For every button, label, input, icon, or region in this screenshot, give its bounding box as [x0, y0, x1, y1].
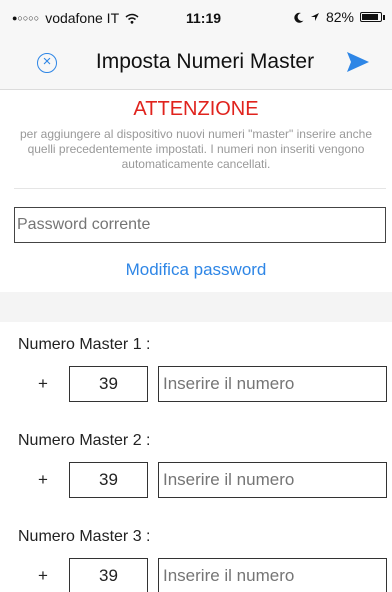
- warning-text: per aggiungere al dispositivo nuovi nume…: [19, 127, 373, 171]
- status-right: 82%: [294, 9, 385, 25]
- phone-number-field-2[interactable]: [158, 462, 387, 498]
- plus-sign-3: +: [38, 566, 48, 585]
- moon-icon: [294, 12, 304, 23]
- top-bar: ●○○○○ vodafone IT 11:19 82% × Imposta Nu…: [0, 0, 392, 90]
- change-password-link[interactable]: Modifica password: [0, 260, 392, 280]
- master-label-2: Numero Master 2 :: [18, 432, 151, 449]
- navigation-bar: × Imposta Numeri Master: [0, 34, 392, 90]
- close-button[interactable]: ×: [37, 53, 57, 73]
- wifi-icon: [125, 13, 139, 24]
- phone-number-field-3[interactable]: [158, 558, 387, 592]
- battery-icon: [360, 12, 385, 22]
- carrier-info: ●○○○○ vodafone IT: [12, 10, 139, 26]
- location-arrow-icon: [310, 13, 319, 21]
- carrier-name: vodafone IT: [45, 10, 120, 26]
- country-code-field-3[interactable]: 39: [69, 558, 148, 592]
- signal-dots: ●○○○○: [12, 13, 40, 23]
- warning-title: ATTENZIONE: [133, 98, 259, 120]
- plus-sign-1: +: [38, 374, 48, 393]
- section-separator: [0, 292, 392, 322]
- master-label-3: Numero Master 3 :: [18, 528, 151, 545]
- country-code-field-1[interactable]: 39: [69, 366, 148, 402]
- send-button[interactable]: [345, 50, 371, 74]
- battery-percent: 82%: [325, 9, 354, 25]
- page-title: Imposta Numeri Master: [95, 50, 315, 73]
- status-time: 11:19: [186, 10, 222, 26]
- status-bar: ●○○○○ vodafone IT 11:19 82%: [0, 0, 392, 34]
- plus-sign-2: +: [38, 470, 48, 489]
- phone-number-field-1[interactable]: [158, 366, 387, 402]
- country-code-field-2[interactable]: 39: [69, 462, 148, 498]
- divider: [14, 188, 386, 189]
- current-password-field[interactable]: [14, 207, 386, 243]
- close-circle-icon: ×: [42, 53, 52, 70]
- send-icon: [347, 52, 369, 72]
- master-label-1: Numero Master 1 :: [18, 336, 151, 353]
